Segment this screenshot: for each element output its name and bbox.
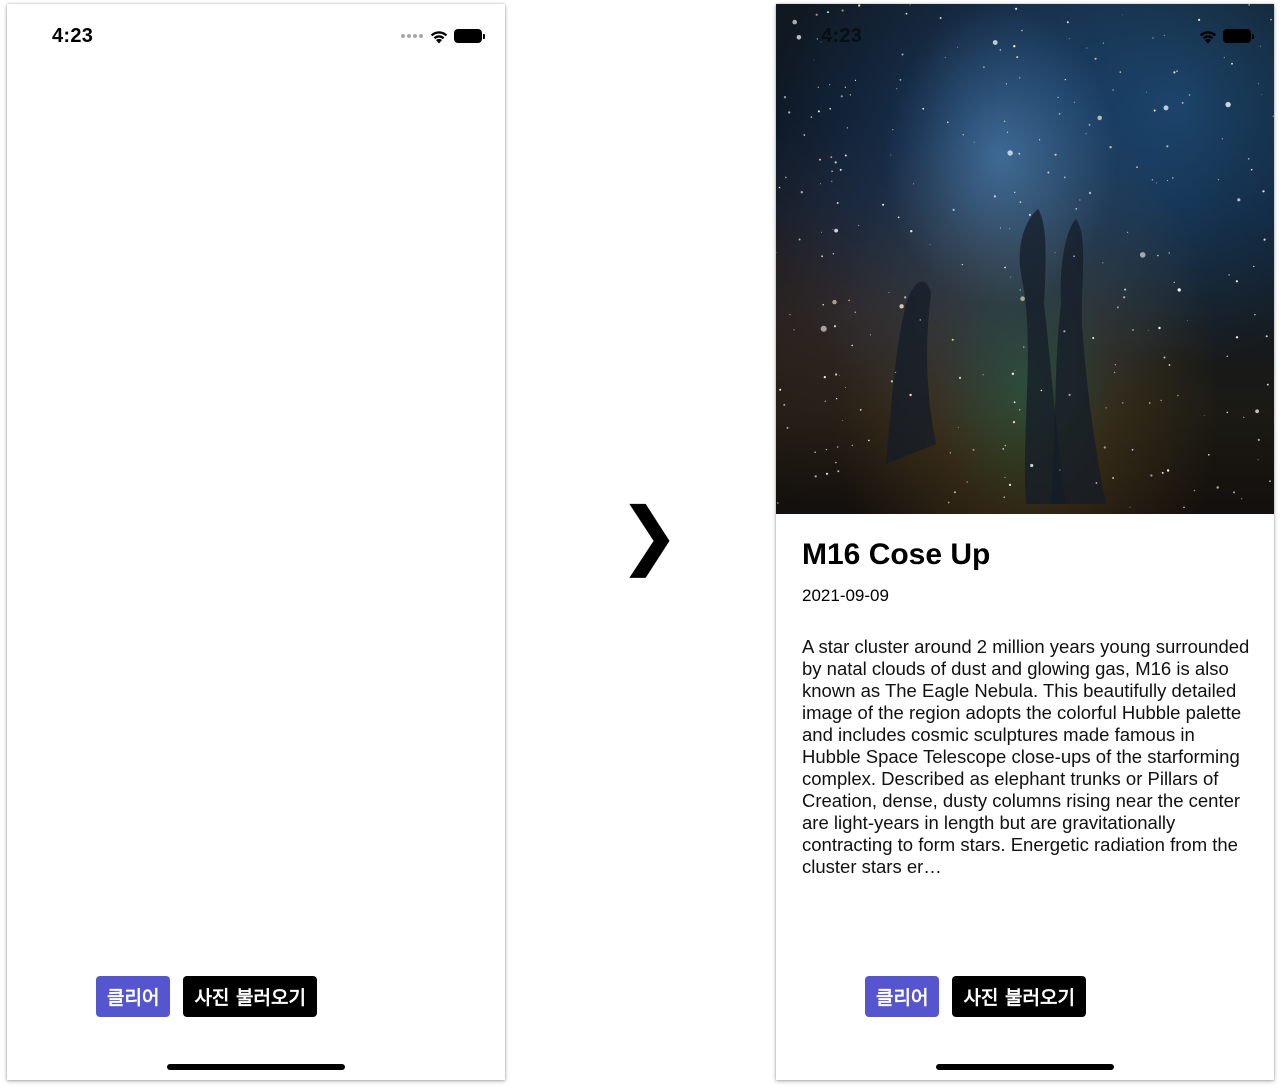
status-bar: 4:23 — [7, 4, 505, 64]
load-photo-button[interactable]: 사진 불러오기 — [952, 976, 1086, 1017]
status-bar: 4:23 — [776, 4, 1274, 64]
status-icons — [1198, 26, 1254, 46]
photo-description: A star cluster around 2 million years yo… — [802, 636, 1250, 877]
battery-icon — [455, 30, 485, 42]
photo-details: M16 Cose Up 2021-09-09 A star cluster ar… — [802, 514, 1254, 878]
photo-date: 2021-09-09 — [802, 586, 889, 605]
home-indicator — [167, 1064, 345, 1070]
clear-button[interactable]: 클리어 — [96, 976, 171, 1017]
load-photo-button[interactable]: 사진 불러오기 — [183, 976, 317, 1017]
nebula-photo — [776, 4, 1274, 514]
home-indicator — [936, 1064, 1114, 1070]
wifi-icon — [430, 30, 448, 43]
status-icons — [401, 26, 485, 46]
wifi-icon — [1199, 30, 1217, 43]
phone-screen-before: 4:23 클리어 사진 불러오기 — [7, 4, 505, 1080]
battery-icon — [1224, 30, 1254, 42]
status-time: 4:23 — [821, 25, 863, 47]
signal-dots-icon — [401, 34, 423, 38]
clear-button[interactable]: 클리어 — [865, 976, 940, 1017]
phone-screen-after: 4:23 M16 Cose Up 2021-09-09 A star clust… — [776, 4, 1274, 1080]
star-field — [776, 4, 1274, 508]
action-buttons: 클리어 사진 불러오기 — [96, 976, 317, 1017]
transition-arrow-icon: ❯ — [618, 492, 681, 578]
status-time: 4:23 — [52, 25, 94, 47]
action-buttons: 클리어 사진 불러오기 — [865, 976, 1086, 1017]
photo-title: M16 Cose Up — [802, 538, 991, 571]
